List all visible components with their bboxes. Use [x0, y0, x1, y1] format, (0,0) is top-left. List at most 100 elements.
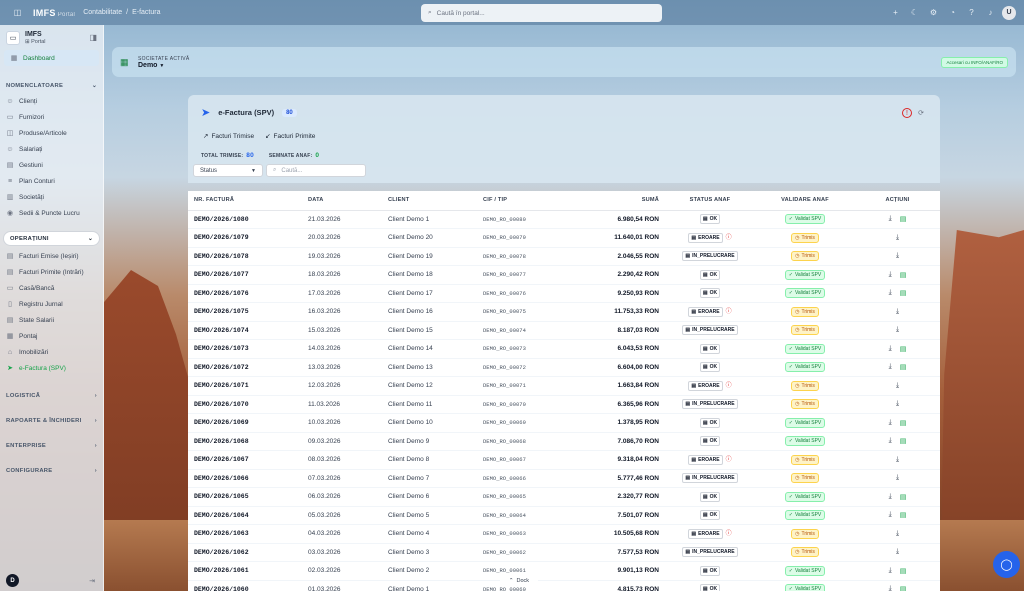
error-icon[interactable]: ⓘ	[726, 309, 732, 315]
sidebar-item-salariati[interactable]: ☺ Salariați	[0, 141, 103, 157]
download-icon[interactable]: ⤓	[896, 530, 899, 538]
table-row[interactable]: DEMO/2026/1063 04.03.2026 Client Demo 4 …	[188, 524, 940, 544]
app-logo[interactable]: IMFS Portal	[33, 8, 75, 18]
tab-facturi-primite[interactable]: ↙ Facturi Primite	[265, 132, 315, 141]
table-row[interactable]: DEMO/2026/1069 10.03.2026 Client Demo 10…	[188, 413, 940, 433]
moon-icon[interactable]: ☾	[907, 5, 922, 20]
download-icon[interactable]: ⤓	[889, 271, 892, 279]
chat-button[interactable]: ◯	[993, 551, 1020, 578]
sidebar-section-logistica[interactable]: LOGISTICĂ ›	[0, 388, 103, 403]
table-row[interactable]: DEMO/2026/1078 19.03.2026 Client Demo 19…	[188, 247, 940, 266]
xml-file-icon[interactable]: ▤	[900, 419, 907, 427]
invoice-search-input[interactable]: ⌕ Caută...	[266, 164, 366, 177]
xml-file-icon[interactable]: ▤	[900, 363, 907, 371]
cell-nr-factura[interactable]: DEMO/2026/1075	[188, 302, 302, 322]
status-filter-select[interactable]: Status ▼	[193, 164, 263, 177]
table-row[interactable]: DEMO/2026/1076 17.03.2026 Client Demo 17…	[188, 284, 940, 303]
table-row[interactable]: DEMO/2026/1072 13.03.2026 Client Demo 13…	[188, 358, 940, 377]
sidebar-item-efactura[interactable]: ➤ e-Factura (SPV)	[0, 360, 103, 376]
breadcrumb-item[interactable]: Contabilitate	[83, 9, 122, 16]
cell-nr-factura[interactable]: DEMO/2026/1076	[188, 284, 302, 303]
download-icon[interactable]: ⤓	[889, 345, 892, 353]
sidebar-section-operatiuni[interactable]: OPERAȚIUNI ⌄	[3, 231, 100, 246]
xml-file-icon[interactable]: ▤	[900, 215, 907, 223]
xml-file-icon[interactable]: ▤	[900, 511, 907, 519]
sidebar-item-casa-banca[interactable]: ▭ Casă/Bancă	[0, 280, 103, 296]
sidebar-item-state-salarii[interactable]: ▤ State Salarii	[0, 312, 103, 328]
table-row[interactable]: DEMO/2026/1073 14.03.2026 Client Demo 14…	[188, 339, 940, 359]
table-row[interactable]: DEMO/2026/1075 16.03.2026 Client Demo 16…	[188, 302, 940, 322]
col-suma[interactable]: SUMĂ	[557, 191, 665, 211]
collapse-sidebar-icon[interactable]: ◨	[89, 33, 97, 42]
table-row[interactable]: DEMO/2026/1068 09.03.2026 Client Demo 9 …	[188, 432, 940, 451]
col-status-anaf[interactable]: STATUS ANAF	[665, 191, 755, 211]
download-icon[interactable]: ⤓	[896, 326, 899, 334]
sidebar-toggle-icon[interactable]: ◫	[10, 5, 25, 20]
sidebar-item-facturi-emise[interactable]: ▤ Facturi Emise (Ieșiri)	[0, 248, 103, 264]
sidebar-section-nomenclatoare[interactable]: NOMENCLATOARE ⌄	[0, 78, 103, 93]
download-icon[interactable]: ⤓	[896, 252, 899, 260]
table-row[interactable]: DEMO/2026/1071 12.03.2026 Client Demo 12…	[188, 376, 940, 396]
cell-nr-factura[interactable]: DEMO/2026/1066	[188, 469, 302, 488]
sidebar-item-registru-jurnal[interactable]: ▯ Registru Jurnal	[0, 296, 103, 312]
col-data[interactable]: DATA	[302, 191, 382, 211]
sidebar-item-imobilizari[interactable]: ⌂ Imobilizări	[0, 344, 103, 360]
col-cif[interactable]: CIF / TIP	[477, 191, 557, 211]
cell-nr-factura[interactable]: DEMO/2026/1067	[188, 450, 302, 470]
table-row[interactable]: DEMO/2026/1061 02.03.2026 Client Demo 2 …	[188, 561, 940, 581]
cell-nr-factura[interactable]: DEMO/2026/1068	[188, 432, 302, 451]
download-icon[interactable]: ⤓	[896, 474, 899, 482]
error-icon[interactable]: ⓘ	[726, 235, 732, 241]
palette-icon[interactable]: ◔	[945, 5, 960, 20]
xml-file-icon[interactable]: ▤	[900, 345, 907, 353]
download-icon[interactable]: ⤓	[889, 437, 892, 445]
sidebar-item-pontaj[interactable]: ▦ Pontaj	[0, 328, 103, 344]
table-row[interactable]: DEMO/2026/1067 08.03.2026 Client Demo 8 …	[188, 450, 940, 470]
table-row[interactable]: DEMO/2026/1080 21.03.2026 Client Demo 1 …	[188, 210, 940, 229]
download-icon[interactable]: ⤓	[896, 400, 899, 408]
download-icon[interactable]: ⤓	[889, 289, 892, 297]
xml-file-icon[interactable]: ▤	[900, 437, 907, 445]
sidebar-item-sedii[interactable]: ◉ Sedii & Puncte Lucru	[0, 205, 103, 221]
cell-nr-factura[interactable]: DEMO/2026/1060	[188, 580, 302, 591]
help-icon[interactable]: ?	[964, 5, 979, 20]
table-row[interactable]: DEMO/2026/1065 06.03.2026 Client Demo 6 …	[188, 487, 940, 507]
table-row[interactable]: DEMO/2026/1062 03.03.2026 Client Demo 3 …	[188, 543, 940, 562]
cell-nr-factura[interactable]: DEMO/2026/1069	[188, 413, 302, 433]
download-icon[interactable]: ⤓	[889, 511, 892, 519]
sidebar-item-produse[interactable]: ◫ Produse/Articole	[0, 125, 103, 141]
gear-icon[interactable]: ⚙	[926, 5, 941, 20]
col-nr-factura[interactable]: NR. FACTURĂ	[188, 191, 302, 211]
download-icon[interactable]: ⤓	[896, 308, 899, 316]
cell-nr-factura[interactable]: DEMO/2026/1077	[188, 265, 302, 285]
sidebar-item-gestiuni[interactable]: ▤ Gestiuni	[0, 157, 103, 173]
cell-nr-factura[interactable]: DEMO/2026/1078	[188, 247, 302, 266]
sidebar-item-plan-conturi[interactable]: ≡ Plan Conturi	[0, 173, 103, 189]
col-client[interactable]: CLIENT	[382, 191, 477, 211]
table-row[interactable]: DEMO/2026/1066 07.03.2026 Client Demo 7 …	[188, 469, 940, 488]
download-icon[interactable]: ⤓	[889, 567, 892, 575]
user-avatar[interactable]: D	[6, 574, 19, 587]
avatar[interactable]: U	[1002, 5, 1016, 20]
table-row[interactable]: DEMO/2026/1079 20.03.2026 Client Demo 20…	[188, 228, 940, 248]
col-validare-anaf[interactable]: VALIDARE ANAF	[755, 191, 855, 211]
logout-icon[interactable]: ⇥	[89, 577, 95, 585]
company-selector[interactable]: Demo ▼	[138, 62, 190, 69]
sidebar-section-configurare[interactable]: CONFIGURARE ›	[0, 463, 103, 478]
alert-icon[interactable]: !	[902, 108, 912, 118]
sidebar-item-dashboard[interactable]: ▦ Dashboard	[4, 50, 99, 66]
dock-toggle[interactable]: ⌃ Dock	[500, 575, 538, 586]
cell-nr-factura[interactable]: DEMO/2026/1072	[188, 358, 302, 377]
xml-file-icon[interactable]: ▤	[900, 289, 907, 297]
error-icon[interactable]: ⓘ	[726, 531, 732, 537]
table-row[interactable]: DEMO/2026/1074 15.03.2026 Client Demo 15…	[188, 321, 940, 340]
error-icon[interactable]: ⓘ	[726, 383, 732, 389]
cell-nr-factura[interactable]: DEMO/2026/1062	[188, 543, 302, 562]
cell-nr-factura[interactable]: DEMO/2026/1074	[188, 321, 302, 340]
xml-file-icon[interactable]: ▤	[900, 493, 907, 501]
plus-icon[interactable]: +	[888, 5, 903, 20]
cell-nr-factura[interactable]: DEMO/2026/1070	[188, 395, 302, 414]
error-icon[interactable]: ⓘ	[726, 457, 732, 463]
sidebar-item-facturi-primite[interactable]: ▤ Facturi Primite (Intrări)	[0, 264, 103, 280]
download-icon[interactable]: ⤓	[896, 456, 899, 464]
